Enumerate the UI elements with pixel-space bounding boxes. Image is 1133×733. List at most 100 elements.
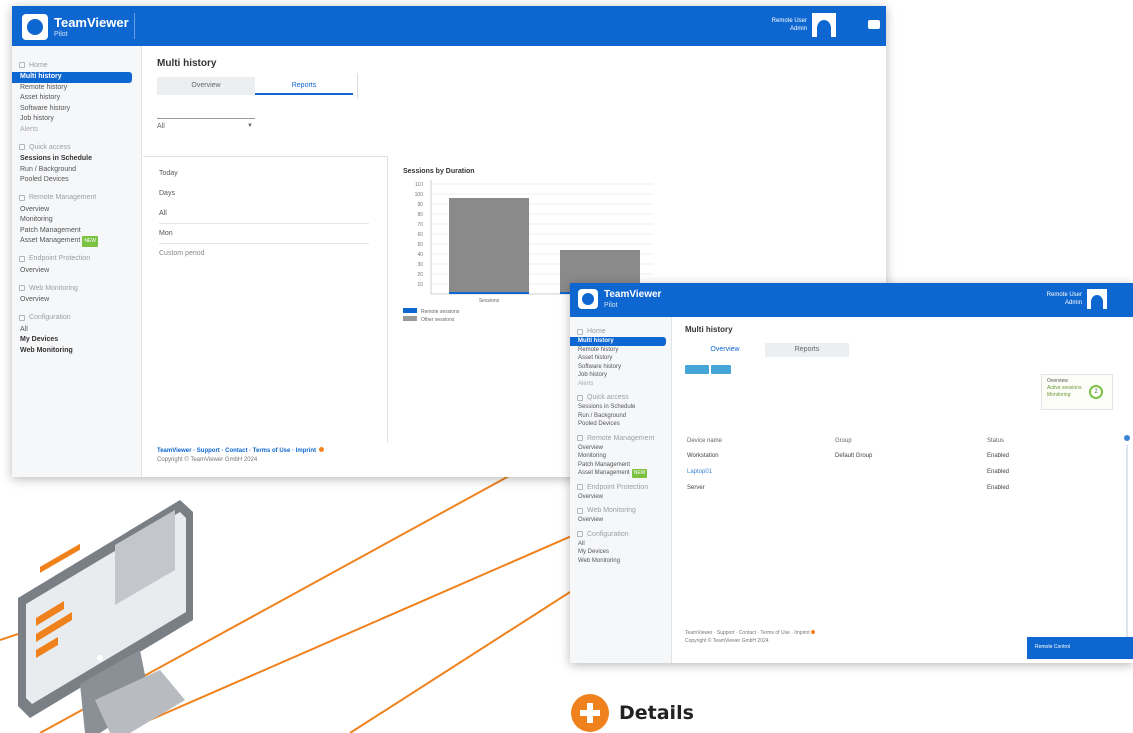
account-menu[interactable]: Remote User Admin [772,13,836,37]
footer-links[interactable]: TeamViewer · Support · Contact · Terms o… [157,447,325,456]
sidebar-item-web-monitoring[interactable]: Web Monitoring [12,346,141,357]
sidebar-item-label: Overview [578,493,604,500]
sidebar-item-alerts[interactable]: Alerts [12,125,141,136]
section-icon [19,314,25,321]
row-device-name[interactable]: Laptop01 [687,469,712,475]
tab-reports[interactable]: Reports [255,77,353,95]
sidebar-item-run-background[interactable]: Run / Background [12,165,141,176]
count-circle[interactable]: 2 [1089,385,1103,399]
period-select[interactable]: All ▼ [157,118,255,132]
footer: TeamViewer · Support · Contact · Terms o… [685,629,815,645]
chat-icon[interactable] [868,20,880,29]
sidebar-item-pooled-devices[interactable]: Pooled Devices [12,175,141,186]
sidebar-item-multi-history[interactable]: Multi history [570,337,666,346]
sidebar-item-patch-management[interactable]: Patch Management [12,226,141,237]
sidebar-item-label: Remote history [578,346,619,353]
tab-overview[interactable]: Overview [685,343,765,357]
footer: TeamViewer · Support · Contact · Terms o… [157,447,325,465]
sidebar-item-my-devices[interactable]: My Devices [12,335,141,346]
row-device-link[interactable]: Laptop01 [687,469,712,475]
tab-overview[interactable]: Overview [157,77,255,95]
sidebar-item-asset-history[interactable]: Asset history [12,93,141,104]
sidebar-item-asset-management[interactable]: Asset Management NEW [570,469,671,478]
plus-circle-icon[interactable] [571,694,609,732]
legend-swatch [403,308,417,313]
sidebar-section-label: Quick access [29,143,71,151]
user-avatar-icon[interactable] [1087,289,1107,309]
period-option-today[interactable]: Today [159,164,369,184]
teamviewer-logo[interactable]: TeamViewer Pilot [578,289,661,309]
info-icon[interactable] [1124,435,1130,441]
footer-links-text[interactable]: TeamViewer · Support · Contact · Terms o… [685,630,810,636]
account-role: Admin [789,26,807,32]
row-status: Enabled [987,485,1010,491]
footer-links-text[interactable]: TeamViewer · Support · Contact · Terms o… [157,448,316,454]
sidebar-item-overview[interactable]: Overview [570,444,671,453]
sidebar-section-label: Web Monitoring [587,507,636,514]
sidebar-item-label: Run / Background [20,165,77,173]
sidebar-item-web-monitoring[interactable]: Web Monitoring [570,557,671,566]
bar-sessions [449,198,529,294]
table-row[interactable]: Laptop01 Enabled [687,469,1047,485]
sidebar-item-monitoring[interactable]: Monitoring [12,215,141,226]
sidebar-item-overview[interactable]: Overview [12,205,141,216]
sidebar-item-overview[interactable]: Overview [12,266,141,277]
period-option-mon[interactable]: Mon [159,224,369,244]
main-content: Multi history Overview Reports Overview … [673,317,1133,663]
sidebar-item-sessions-in-schedule[interactable]: Sessions in Schedule [570,403,671,412]
sidebar-section-label: Home [29,61,48,69]
sidebar-item-label: Asset Management [20,237,81,244]
sidebar-item-asset-history[interactable]: Asset history [570,354,671,363]
sidebar-item-alerts[interactable]: Alerts [570,380,671,389]
sidebar-item-label: My Devices [20,336,59,343]
sidebar-item-label: Overview [578,517,604,523]
details-label: Details [619,702,694,724]
action-button-secondary[interactable] [711,365,731,374]
remote-control-button[interactable]: Remote Control [1027,637,1133,659]
sidebar-item-all[interactable]: All [12,325,141,336]
period-option-custom[interactable]: Custom period [159,244,369,264]
sidebar-item-remote-history[interactable]: Remote history [570,346,671,355]
sidebar-item-sessions-in-schedule[interactable]: Sessions in Schedule [12,154,141,165]
sidebar-item-my-devices[interactable]: My Devices [570,548,671,557]
sidebar-item-asset-management[interactable]: Asset Management NEW [12,236,141,247]
sidebar-item-overview[interactable]: Overview [570,493,671,502]
period-option-all[interactable]: All [159,204,369,224]
sidebar-item-job-history[interactable]: Job history [12,114,141,125]
y-tick-label: 90 [417,202,423,208]
sidebar-item-multi-history[interactable]: Multi history [12,72,132,83]
footer-links[interactable]: TeamViewer · Support · Contact · Terms o… [685,629,815,637]
sidebar-item-remote-history[interactable]: Remote history [12,83,141,94]
sidebar-item-software-history[interactable]: Software history [12,104,141,115]
sidebar-item-pooled-devices[interactable]: Pooled Devices [570,420,671,429]
legend-title: Overview [1047,378,1068,384]
sidebar-item-run-background[interactable]: Run / Background [570,412,671,421]
table-row[interactable]: Workstation Default Group Enabled [687,453,1047,469]
user-avatar-icon[interactable] [812,13,836,37]
account-name: Remote User [771,18,807,24]
details-link[interactable]: Details [571,694,694,732]
sidebar-section-label: Quick access [587,394,629,401]
sidebar-item-overview[interactable]: Overview [12,295,141,306]
table-row[interactable]: Server Enabled [687,485,1047,501]
tab-reports[interactable]: Reports [765,343,849,357]
scrollbar[interactable] [1126,445,1128,645]
sidebar-item-patch-management[interactable]: Patch Management [570,461,671,470]
period-option-days[interactable]: Days [159,184,369,204]
action-button-primary[interactable] [685,365,709,374]
orange-dot-icon [810,630,815,634]
teamviewer-logo[interactable]: TeamViewer Pilot [22,14,129,40]
column-group[interactable]: Group [835,438,852,444]
column-status[interactable]: Status [987,438,1004,444]
column-device-name[interactable]: Device name [687,438,722,444]
sidebar-item-job-history[interactable]: Job history [570,371,671,380]
sidebar-section-remote-management: Remote Management [12,191,141,205]
sidebar-item-label: My Devices [578,549,610,555]
sidebar-item-overview[interactable]: Overview [570,516,671,525]
sidebar-section-web-monitoring: Web Monitoring [12,281,141,295]
sidebar-item-monitoring[interactable]: Monitoring [570,452,671,461]
account-menu[interactable]: Remote User Admin [1047,289,1107,309]
sidebar-item-all[interactable]: All [570,540,671,549]
sidebar-section-home: Home [570,326,671,337]
sidebar-item-software-history[interactable]: Software history [570,363,671,372]
